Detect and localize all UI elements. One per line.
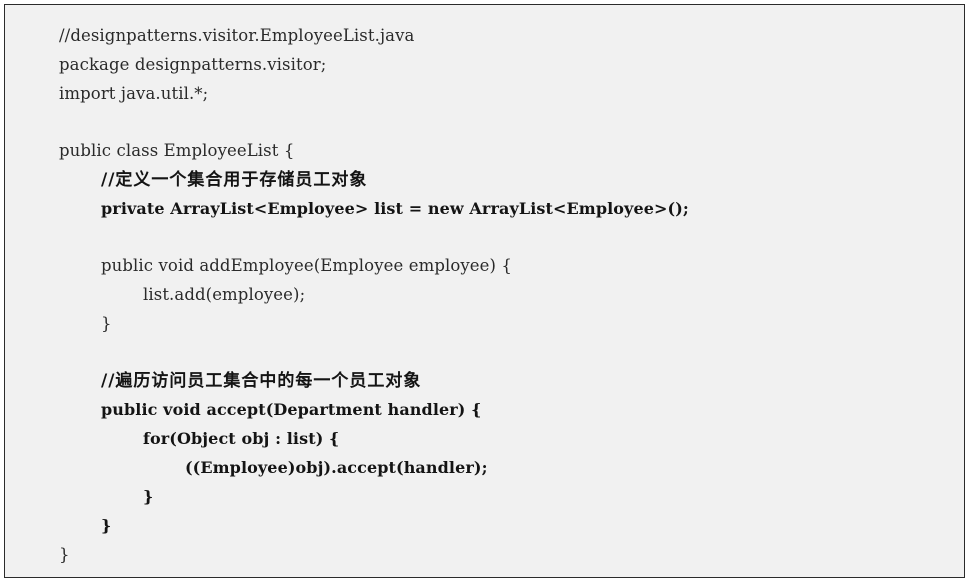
code-line-accept-call: ((Employee)obj).accept(handler); bbox=[185, 458, 488, 477]
code-line-for-loop-close: } bbox=[143, 487, 154, 506]
code-line-package: package designpatterns.visitor; bbox=[59, 55, 327, 74]
code-line-file-comment: //designpatterns.visitor.EmployeeList.ja… bbox=[59, 26, 415, 45]
code-line-accept-method-close: } bbox=[101, 516, 112, 535]
code-line-class-declaration: public class EmployeeList { bbox=[59, 141, 295, 160]
code-line-for-loop: for(Object obj : list) { bbox=[143, 429, 340, 448]
code-line-add-method-signature: public void addEmployee(Employee employe… bbox=[101, 256, 513, 275]
code-line-comment-traverse: //遍历访问员工集合中的每一个员工对象 bbox=[101, 371, 422, 391]
code-line-accept-method-signature: public void accept(Department handler) { bbox=[101, 400, 482, 419]
code-line-add-method-close: } bbox=[101, 314, 112, 333]
code-line-class-close: } bbox=[59, 545, 70, 564]
code-listing-box: //designpatterns.visitor.EmployeeList.ja… bbox=[4, 4, 965, 578]
code-line-list-field: private ArrayList<Employee> list = new A… bbox=[101, 199, 689, 218]
code-line-comment-collection: //定义一个集合用于存储员工对象 bbox=[101, 170, 368, 190]
code-line-add-method-body: list.add(employee); bbox=[143, 285, 306, 304]
code-line-import: import java.util.*; bbox=[59, 84, 209, 103]
